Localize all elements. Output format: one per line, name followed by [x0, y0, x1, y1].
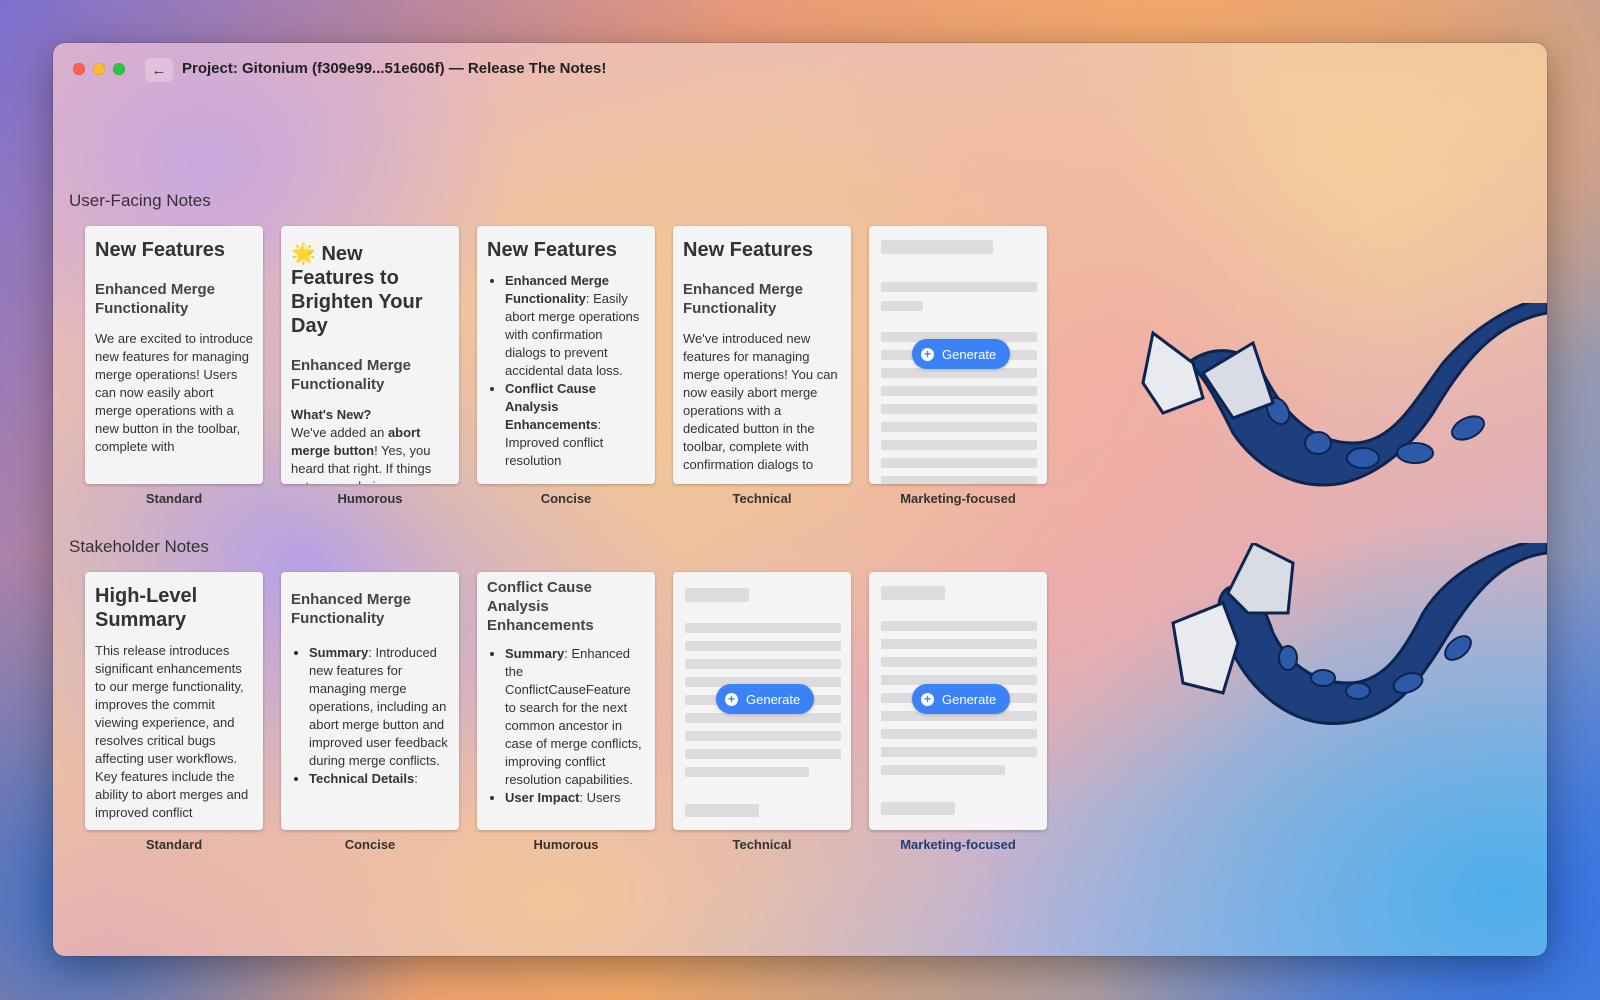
skeleton-line	[881, 282, 1037, 292]
card-heading: New Features	[95, 239, 226, 261]
skeleton-line	[685, 659, 841, 669]
card-heading: 🌟 New Features to Brighten Your Day	[291, 243, 423, 337]
skeleton-line	[685, 731, 841, 741]
generate-button[interactable]: + Generate	[912, 339, 1011, 369]
arrow-left-icon: ←	[151, 61, 167, 79]
tentacle-illustration	[1171, 543, 1547, 725]
skeleton-line	[881, 440, 1037, 450]
note-card-user-marketing[interactable]: + Generate	[869, 226, 1047, 484]
card-label: Standard	[145, 491, 203, 506]
skeleton-line	[881, 386, 1037, 396]
skeleton-line	[685, 804, 759, 817]
card-label: Technical	[732, 491, 792, 506]
skeleton-line	[881, 621, 1037, 631]
card-heading: High-Level Summary	[95, 585, 198, 631]
section-title-user-facing: User-Facing Notes	[69, 191, 211, 210]
note-card-user-technical[interactable]: New Features Enhanced Merge Functionalit…	[673, 226, 851, 484]
card-label: Humorous	[533, 837, 599, 852]
skeleton-line	[881, 729, 1037, 739]
generate-button[interactable]: + Generate	[912, 684, 1011, 714]
skeleton-line	[881, 422, 1037, 432]
note-card-user-standard[interactable]: New Features Enhanced Merge Functionalit…	[85, 226, 263, 484]
minimize-window-button[interactable]	[93, 63, 105, 75]
skeleton-line	[685, 641, 841, 651]
window-title: Project: Gitonium (f309e99...51e606f) — …	[182, 60, 607, 77]
skeleton-line	[881, 301, 923, 311]
skeleton-line	[881, 657, 1037, 667]
plus-circle-icon: +	[921, 347, 934, 361]
skeleton-line	[881, 404, 1037, 414]
skeleton-line	[881, 765, 1005, 775]
list-item: User Impact: Users	[505, 789, 645, 807]
card-bullets: Enhanced Merge Functionality: Easily abo…	[487, 272, 645, 470]
card-body: This release introduces significant enha…	[95, 643, 249, 820]
card-bullets: Summary: Enhanced the ConflictCauseFeatu…	[487, 645, 645, 807]
skeleton-line	[881, 368, 1037, 378]
note-card-stakeholder-concise[interactable]: Enhanced Merge Functionality Summary: In…	[281, 572, 459, 830]
card-label: Concise	[344, 837, 396, 852]
skeleton-line	[685, 767, 809, 777]
card-subheading: Enhanced Merge Functionality	[291, 357, 412, 393]
note-card-stakeholder-technical[interactable]: + Generate	[673, 572, 851, 830]
traffic-lights	[73, 63, 125, 75]
plus-circle-icon: +	[921, 692, 934, 706]
list-item: Technical Details:	[309, 770, 449, 788]
skeleton-line	[881, 586, 945, 600]
skeleton-line	[685, 713, 841, 723]
card-label: Concise	[540, 491, 592, 506]
skeleton-line	[881, 476, 1037, 484]
list-item: Summary: Enhanced the ConflictCauseFeatu…	[505, 645, 645, 789]
list-item: Summary: Introduced new features for man…	[309, 644, 449, 770]
note-card-user-humorous[interactable]: 🌟 New Features to Brighten Your Day Enha…	[281, 226, 459, 484]
title-bar: ← Project: Gitonium (f309e99...51e606f) …	[53, 43, 1547, 95]
zoom-window-button[interactable]	[113, 63, 125, 75]
skeleton-line	[685, 623, 841, 633]
section-title-stakeholder: Stakeholder Notes	[69, 537, 209, 556]
card-body: We've added an abort merge button! Yes, …	[291, 425, 432, 484]
card-heading: New Features	[487, 239, 618, 261]
note-card-stakeholder-humorous[interactable]: Conflict Cause Analysis Enhancements Sum…	[477, 572, 655, 830]
card-label: Marketing-focused	[900, 837, 1016, 852]
skeleton-line	[685, 588, 749, 602]
skeleton-line	[685, 749, 841, 759]
card-subheading: Enhanced Merge Functionality	[291, 591, 412, 627]
card-bullets: Summary: Introduced new features for man…	[291, 644, 449, 788]
app-window: ← Project: Gitonium (f309e99...51e606f) …	[53, 43, 1547, 956]
back-button[interactable]: ←	[145, 58, 173, 82]
skeleton-line	[881, 240, 993, 254]
card-body: We are excited to introduce new features…	[95, 331, 254, 454]
skeleton-line	[881, 639, 1037, 649]
note-card-stakeholder-marketing[interactable]: + Generate	[869, 572, 1047, 830]
skeleton-line	[881, 458, 1037, 468]
card-body: We've introduced new features for managi…	[683, 331, 838, 472]
tentacle-illustration	[1141, 303, 1547, 487]
card-label: Technical	[732, 837, 792, 852]
close-window-button[interactable]	[73, 63, 85, 75]
card-subheading: Enhanced Merge Functionality	[683, 281, 804, 317]
note-card-stakeholder-standard[interactable]: High-Level Summary This release introduc…	[85, 572, 263, 830]
skeleton-line	[881, 747, 1037, 757]
note-card-user-concise[interactable]: New Features Enhanced Merge Functionalit…	[477, 226, 655, 484]
card-subheading: Conflict Cause Analysis Enhancements	[487, 579, 594, 634]
generate-button[interactable]: + Generate	[716, 684, 815, 714]
card-label: Humorous	[337, 491, 403, 506]
list-item: Enhanced Merge Functionality: Easily abo…	[505, 272, 645, 380]
plus-circle-icon: +	[725, 692, 738, 706]
skeleton-line	[881, 802, 955, 815]
card-subheading: Enhanced Merge Functionality	[95, 281, 216, 317]
list-item: Conflict Cause Analysis Enhancements: Im…	[505, 380, 645, 470]
card-heading: New Features	[683, 239, 814, 261]
card-what-new: What's New?	[291, 407, 372, 422]
card-label: Standard	[145, 837, 203, 852]
card-label: Marketing-focused	[900, 491, 1016, 506]
